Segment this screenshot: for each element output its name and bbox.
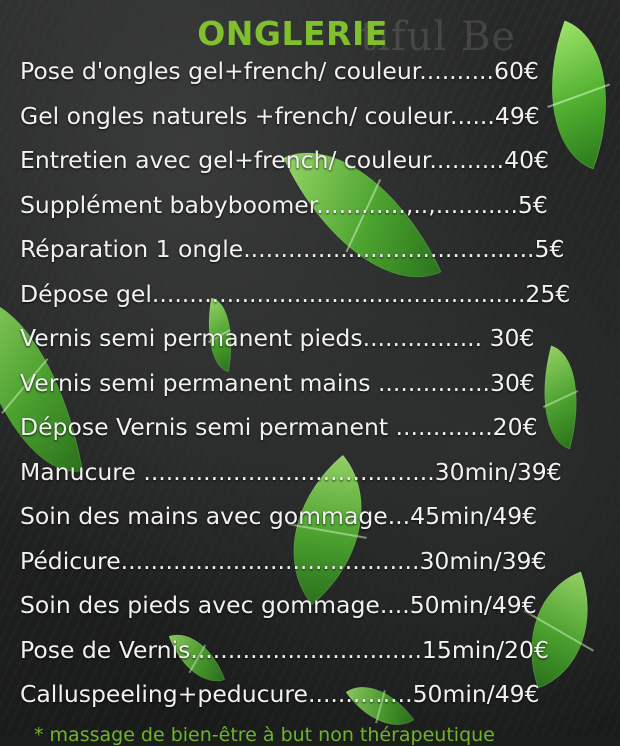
price-item: Soin des mains avec gommage...45min/49€ (20, 502, 538, 530)
price-item: Pose de Vernis..........................… (20, 635, 549, 664)
price-item: Supplément babyboomer............,..,...… (20, 190, 548, 219)
price-item: Réparation 1 ongle......................… (20, 235, 565, 263)
price-item: Pédicure................................… (20, 546, 547, 575)
price-list: Pose d'ongles gel+french/ couleur.......… (20, 53, 585, 721)
price-item: Manucure ...............................… (20, 457, 562, 486)
price-item: Dépose Vernis semi permanent ...........… (20, 413, 538, 441)
price-item: Vernis semi permanent pieds.............… (20, 324, 535, 352)
footnote: * massage de bien-être à but non thérape… (34, 724, 495, 746)
price-item: Gel ongles naturels +french/ couleur....… (20, 101, 540, 130)
price-item: Entretien avec gel+french/ couleur......… (20, 146, 549, 174)
price-item: Soin des pieds avec gommage....50min/49€ (20, 591, 537, 619)
price-item: Vernis semi permanent mains ............… (20, 368, 535, 397)
price-item: Calluspeeling+peducure..............50mi… (20, 680, 540, 708)
section-title: ONGLERIE (197, 14, 388, 53)
price-item: Pose d'ongles gel+french/ couleur.......… (20, 57, 539, 85)
price-item: Dépose gel..............................… (20, 279, 571, 308)
